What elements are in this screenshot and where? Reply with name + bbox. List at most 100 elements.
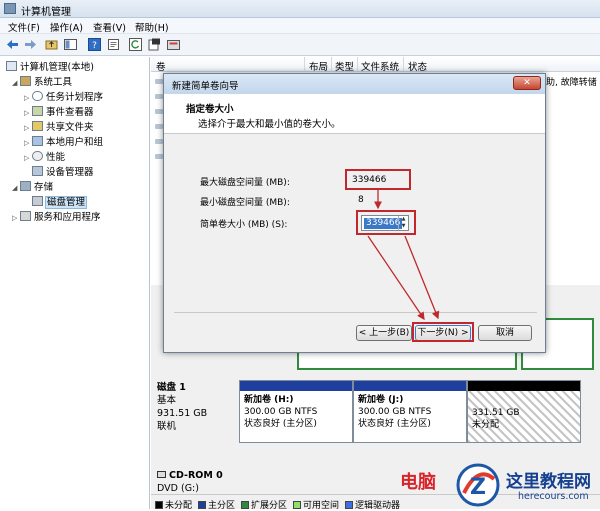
wizard-step-title: 指定卷大小 <box>186 104 234 115</box>
column-filesystem[interactable]: 文件系统 <box>361 59 399 73</box>
console-tree: 计算机管理(本地) ◢ 系统工具 ▷ 任务计划程序 ▷ 事件查看器 ▷ 共享文件夹 ▷ 本… <box>0 57 150 509</box>
toolbar: ? <box>0 34 600 56</box>
collapse-triangle-icon[interactable]: ◢ <box>12 184 20 192</box>
partition-j-name: 新加卷 (J:) <box>358 395 404 405</box>
svg-text:?: ? <box>92 41 97 51</box>
up-folder-icon[interactable] <box>44 37 59 52</box>
tree-item-system-tools[interactable]: ◢ 系统工具 <box>12 74 72 88</box>
legend-unallocated: 未分配 <box>155 498 192 511</box>
min-space-label: 最小磁盘空间量 (MB): <box>200 198 290 208</box>
legend-logical: 逻辑驱动器 <box>345 498 400 511</box>
cdrom-icon <box>157 471 166 478</box>
wizard-step-subtitle: 选择介于最大和最小值的卷大小。 <box>198 119 341 130</box>
volume-row-icon[interactable] <box>155 79 163 84</box>
watermark-url: herecours.com <box>518 491 589 502</box>
max-space-label: 最大磁盘空间量 (MB): <box>200 178 290 188</box>
column-status[interactable]: 状态 <box>408 59 427 73</box>
expand-triangle-icon[interactable]: ▷ <box>24 124 32 132</box>
menu-help[interactable]: 帮助(H) <box>135 20 169 34</box>
volume-size-label: 简单卷大小 (MB) (S): <box>200 220 288 230</box>
console-tree-icon[interactable] <box>63 37 78 52</box>
cdrom-name: CD-ROM 0 <box>169 470 223 481</box>
services-icon <box>20 211 31 221</box>
wizard-titlebar[interactable]: 新建简单卷向导 ✕ <box>164 74 545 94</box>
expand-triangle-icon[interactable]: ▷ <box>24 139 32 147</box>
expand-triangle-icon[interactable]: ▷ <box>24 94 32 102</box>
menu-action[interactable]: 操作(A) <box>50 20 83 34</box>
menu-view[interactable]: 查看(V) <box>93 20 126 34</box>
watermark-site-name: 这里教程网 <box>506 472 591 492</box>
expand-triangle-icon[interactable]: ▷ <box>24 109 32 117</box>
min-space-value: 8 <box>358 195 364 205</box>
event-viewer-icon <box>32 106 43 116</box>
shared-folder-icon <box>32 121 43 131</box>
settings-icon[interactable] <box>166 37 181 52</box>
site-logo-icon: Z <box>456 463 500 507</box>
help-icon[interactable]: ? <box>87 37 102 52</box>
disk-1-info[interactable]: 磁盘 1 基本 931.51 GB 联机 <box>157 381 207 433</box>
disk-1-name: 磁盘 1 <box>157 382 186 393</box>
volume-row-icon[interactable] <box>155 124 163 129</box>
volume-list-header: 卷 布局 类型 文件系统 状态 <box>151 57 600 73</box>
tree-item-local-users[interactable]: ▷ 本地用户和组 <box>24 134 103 148</box>
legend-primary: 主分区 <box>198 498 235 511</box>
tools-icon <box>20 76 31 86</box>
partition-h-size: 300.00 GB NTFS <box>244 407 318 417</box>
close-button[interactable]: ✕ <box>513 76 541 90</box>
storage-icon <box>20 181 31 191</box>
new-simple-volume-wizard: 新建简单卷向导 ✕ 指定卷大小 选择介于最大和最小值的卷大小。 最大磁盘空间量 … <box>163 73 546 353</box>
back-arrow-icon[interactable] <box>5 37 20 52</box>
window-titlebar: 计算机管理 <box>0 0 600 18</box>
export-icon[interactable] <box>147 37 162 52</box>
menu-file[interactable]: 文件(F) <box>8 20 40 34</box>
svg-text:Z: Z <box>470 475 486 500</box>
volume-row-icon[interactable] <box>155 94 163 99</box>
computer-icon <box>6 61 17 71</box>
expand-triangle-icon[interactable]: ▷ <box>24 154 32 162</box>
back-button[interactable]: < 上一步(B) <box>356 325 412 341</box>
partition-h[interactable]: 新加卷 (H:) 300.00 GB NTFS 状态良好 (主分区) <box>239 380 353 443</box>
volume-row-icon[interactable] <box>155 154 163 159</box>
tree-item-computer-management[interactable]: 计算机管理(本地) <box>6 59 94 73</box>
window-title: 计算机管理 <box>21 7 71 18</box>
unallocated-status: 未分配 <box>472 420 500 430</box>
refresh-icon[interactable] <box>128 37 143 52</box>
divider <box>174 312 537 313</box>
tree-item-event-viewer[interactable]: ▷ 事件查看器 <box>24 104 94 118</box>
tree-item-shared-folders[interactable]: ▷ 共享文件夹 <box>24 119 94 133</box>
tree-item-storage[interactable]: ◢ 存储 <box>12 179 53 193</box>
cdrom-info[interactable]: CD-ROM 0 DVD (G:) <box>157 469 223 495</box>
disk-1-type: 基本 <box>157 395 177 406</box>
partition-j[interactable]: 新加卷 (J:) 300.00 GB NTFS 状态良好 (主分区) <box>353 380 467 443</box>
column-type[interactable]: 类型 <box>335 59 354 73</box>
tree-item-disk-management[interactable]: 磁盘管理 <box>32 194 88 209</box>
device-manager-icon <box>32 166 43 176</box>
volume-status-text: 助, 故障转储 <box>546 78 597 88</box>
volume-row-icon[interactable] <box>155 139 163 144</box>
users-icon <box>32 136 43 146</box>
disk-icon <box>32 196 43 206</box>
cancel-button[interactable]: 取消 <box>478 325 532 341</box>
tree-item-device-manager[interactable]: 设备管理器 <box>32 164 94 178</box>
column-layout[interactable]: 布局 <box>309 59 328 73</box>
computer-management-icon <box>4 3 16 14</box>
menu-bar: 文件(F) 操作(A) 查看(V) 帮助(H) <box>0 18 600 34</box>
forward-arrow-icon[interactable] <box>23 37 38 52</box>
performance-icon <box>32 151 43 161</box>
legend-free: 可用空间 <box>293 498 339 511</box>
tree-item-services-apps[interactable]: ▷ 服务和应用程序 <box>12 209 101 223</box>
disk-1-size: 931.51 GB <box>157 408 208 419</box>
clock-icon <box>32 91 43 101</box>
collapse-triangle-icon[interactable]: ◢ <box>12 79 20 87</box>
volume-row-icon[interactable] <box>155 109 163 114</box>
properties-icon[interactable] <box>106 37 121 52</box>
unallocated-size: 331.51 GB <box>472 408 520 418</box>
tree-item-task-scheduler[interactable]: ▷ 任务计划程序 <box>24 89 103 103</box>
wizard-title: 新建简单卷向导 <box>172 81 239 92</box>
partition-h-name: 新加卷 (H:) <box>244 395 294 405</box>
partition-unallocated[interactable]: 331.51 GB 未分配 <box>467 380 581 443</box>
column-volume[interactable]: 卷 <box>156 59 166 73</box>
expand-triangle-icon[interactable]: ▷ <box>12 214 20 222</box>
watermark-brand: 电脑 <box>400 472 436 493</box>
tree-item-performance[interactable]: ▷ 性能 <box>24 149 65 163</box>
